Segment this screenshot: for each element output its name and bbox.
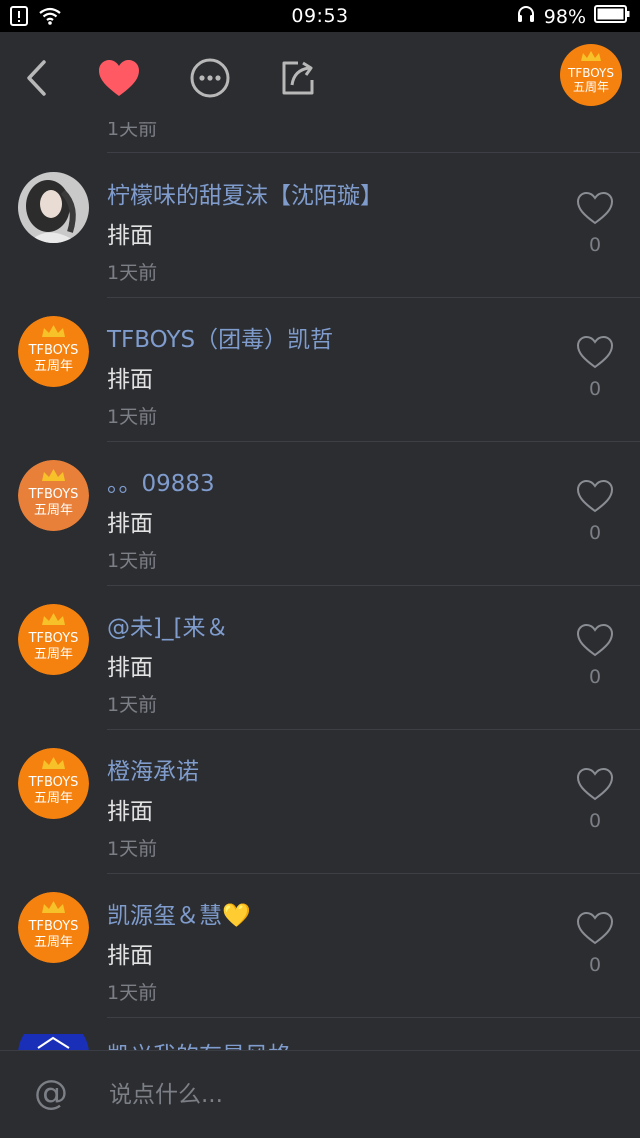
commenter-name[interactable]: 柠檬味的甜夏沫【沈陌璇】 <box>107 176 383 210</box>
comment-time: 1天前 <box>107 406 158 428</box>
comment-text: 排面 <box>107 799 153 825</box>
comment-text: 排面 <box>107 943 153 969</box>
comment-time: 1天前 <box>107 838 158 860</box>
like-heart-outline-icon <box>576 335 614 369</box>
comment-text: 排面 <box>107 367 153 393</box>
svg-text:五周年: 五周年 <box>34 359 73 374</box>
svg-text:TFBOYS: TFBOYS <box>567 66 614 80</box>
like-count: 0 <box>588 666 602 688</box>
comment-like-button[interactable] <box>575 910 615 946</box>
like-button[interactable] <box>95 54 143 102</box>
comment-time: 1天前 <box>107 550 158 572</box>
svg-text:五周年: 五周年 <box>34 647 73 662</box>
commenter-avatar[interactable]: TFBOYS 五周年 <box>18 460 89 531</box>
like-heart-outline-icon <box>576 911 614 945</box>
like-count: 0 <box>588 234 602 256</box>
comment-text: 排面 <box>107 655 153 681</box>
like-count: 0 <box>588 378 602 400</box>
tfboys-badge-avatar: TFBOYS五周年 <box>18 604 89 675</box>
svg-text:五周年: 五周年 <box>34 503 73 518</box>
svg-text:TFBOYS: TFBOYS <box>28 487 79 502</box>
like-heart-outline-icon <box>576 479 614 513</box>
comment-text: 排面 <box>107 223 153 249</box>
user-avatar[interactable]: TFBOYS 五周年 <box>560 44 622 106</box>
commenter-avatar[interactable]: TFBOYS 五周年 <box>18 892 89 963</box>
like-heart-icon <box>99 60 139 96</box>
partial-comment-name: 凯义我的存是风格 <box>107 1036 291 1050</box>
comment-screen: 09:53 98% TFBOYS 五周年 1天前 柠檬味的甜夏沫【沈陌璇】 排面… <box>0 0 640 1138</box>
svg-text:五周年: 五周年 <box>34 935 73 950</box>
comment-item[interactable]: TFBOYS 五周年 @未]_[来＆ 排面 1天前 0 <box>0 586 640 730</box>
commenter-avatar[interactable] <box>18 172 89 243</box>
svg-text:五周年: 五周年 <box>34 791 73 806</box>
like-heart-outline-icon <box>576 191 614 225</box>
comment-like-button[interactable] <box>575 766 615 802</box>
tfboys-badge-avatar: TFBOYS 五周年 <box>560 44 622 106</box>
commenter-name[interactable]: @未]_[来＆ <box>107 608 228 642</box>
back-button[interactable] <box>12 54 60 102</box>
commenter-avatar[interactable]: TFBOYS 五周年 <box>18 316 89 387</box>
comment-like-button[interactable] <box>575 334 615 370</box>
comment-time: 1天前 <box>107 982 158 1004</box>
partial-comment-row: 凯义我的存是风格 <box>0 1014 640 1050</box>
tfboys-badge-avatar: TFBOYS五周年 <box>18 316 89 387</box>
svg-text:TFBOYS: TFBOYS <box>28 343 79 358</box>
commenter-name[interactable]: TFBOYS（团毒）凯哲 <box>107 320 333 354</box>
partial-avatar <box>18 1034 89 1050</box>
like-count: 0 <box>588 522 602 544</box>
like-heart-outline-icon <box>576 767 614 801</box>
comment-item[interactable]: TFBOYS 五周年 TFBOYS（团毒）凯哲排面 1天前 0 <box>0 298 640 442</box>
user-photo-avatar <box>18 172 89 243</box>
back-icon <box>27 60 46 96</box>
like-count: 0 <box>588 810 602 832</box>
svg-text:TFBOYS: TFBOYS <box>28 919 79 934</box>
share-icon <box>282 61 314 95</box>
battery-percent: 98% <box>543 5 586 28</box>
comment-item[interactable]: TFBOYS 五周年 橙海承诺 排面 1天前 0 <box>0 730 640 874</box>
comment-list[interactable]: 1天前 柠檬味的甜夏沫【沈陌璇】 排面 1天前 0 TFBOYS 五周年 TFBOYS（团毒… <box>0 122 640 1050</box>
like-count: 0 <box>588 954 602 976</box>
svg-text:TFBOYS: TFBOYS <box>28 631 79 646</box>
partial-comment-time: 1天前 <box>107 122 158 140</box>
svg-text:TFBOYS: TFBOYS <box>28 775 79 790</box>
more-icon <box>190 58 230 98</box>
headset-icon <box>516 4 536 29</box>
commenter-name[interactable]: 。。09883 <box>107 464 215 498</box>
tfboys-badge-avatar: TFBOYS五周年 <box>18 748 89 819</box>
comment-item[interactable]: 柠檬味的甜夏沫【沈陌璇】排面 1天前 0 <box>0 154 640 298</box>
comment-time: 1天前 <box>107 262 158 284</box>
commenter-name[interactable]: 橙海承诺 <box>107 752 199 786</box>
comment-input[interactable] <box>107 1073 591 1117</box>
commenter-name[interactable]: 凯源玺＆慧💛 <box>107 896 251 930</box>
comment-item[interactable]: TFBOYS 五周年 。。09883 排面 1天前 0 <box>0 442 640 586</box>
comment-like-button[interactable] <box>575 622 615 658</box>
like-heart-outline-icon <box>576 623 614 657</box>
tfboys-badge-avatar: TFBOYS五周年 <box>18 460 89 531</box>
comment-like-button[interactable] <box>575 478 615 514</box>
svg-text:五周年: 五周年 <box>573 80 609 94</box>
comment-item[interactable]: TFBOYS 五周年 凯源玺＆慧💛 排面 1天前 0 <box>0 874 640 1018</box>
commenter-avatar[interactable]: TFBOYS 五周年 <box>18 604 89 675</box>
commenter-avatar[interactable]: TFBOYS 五周年 <box>18 748 89 819</box>
battery-icon <box>594 5 630 28</box>
share-button[interactable] <box>274 54 322 102</box>
top-nav-bar: TFBOYS 五周年 <box>0 32 640 122</box>
tfboys-badge-avatar: TFBOYS五周年 <box>18 892 89 963</box>
comment-input-bar: @ <box>0 1050 640 1138</box>
status-bar: 09:53 98% <box>0 0 640 32</box>
comment-time: 1天前 <box>107 694 158 716</box>
comment-like-button[interactable] <box>575 190 615 226</box>
divider <box>107 152 640 153</box>
comment-text: 排面 <box>107 511 153 537</box>
more-button[interactable] <box>186 54 234 102</box>
mention-at-icon[interactable]: @ <box>34 1073 68 1113</box>
